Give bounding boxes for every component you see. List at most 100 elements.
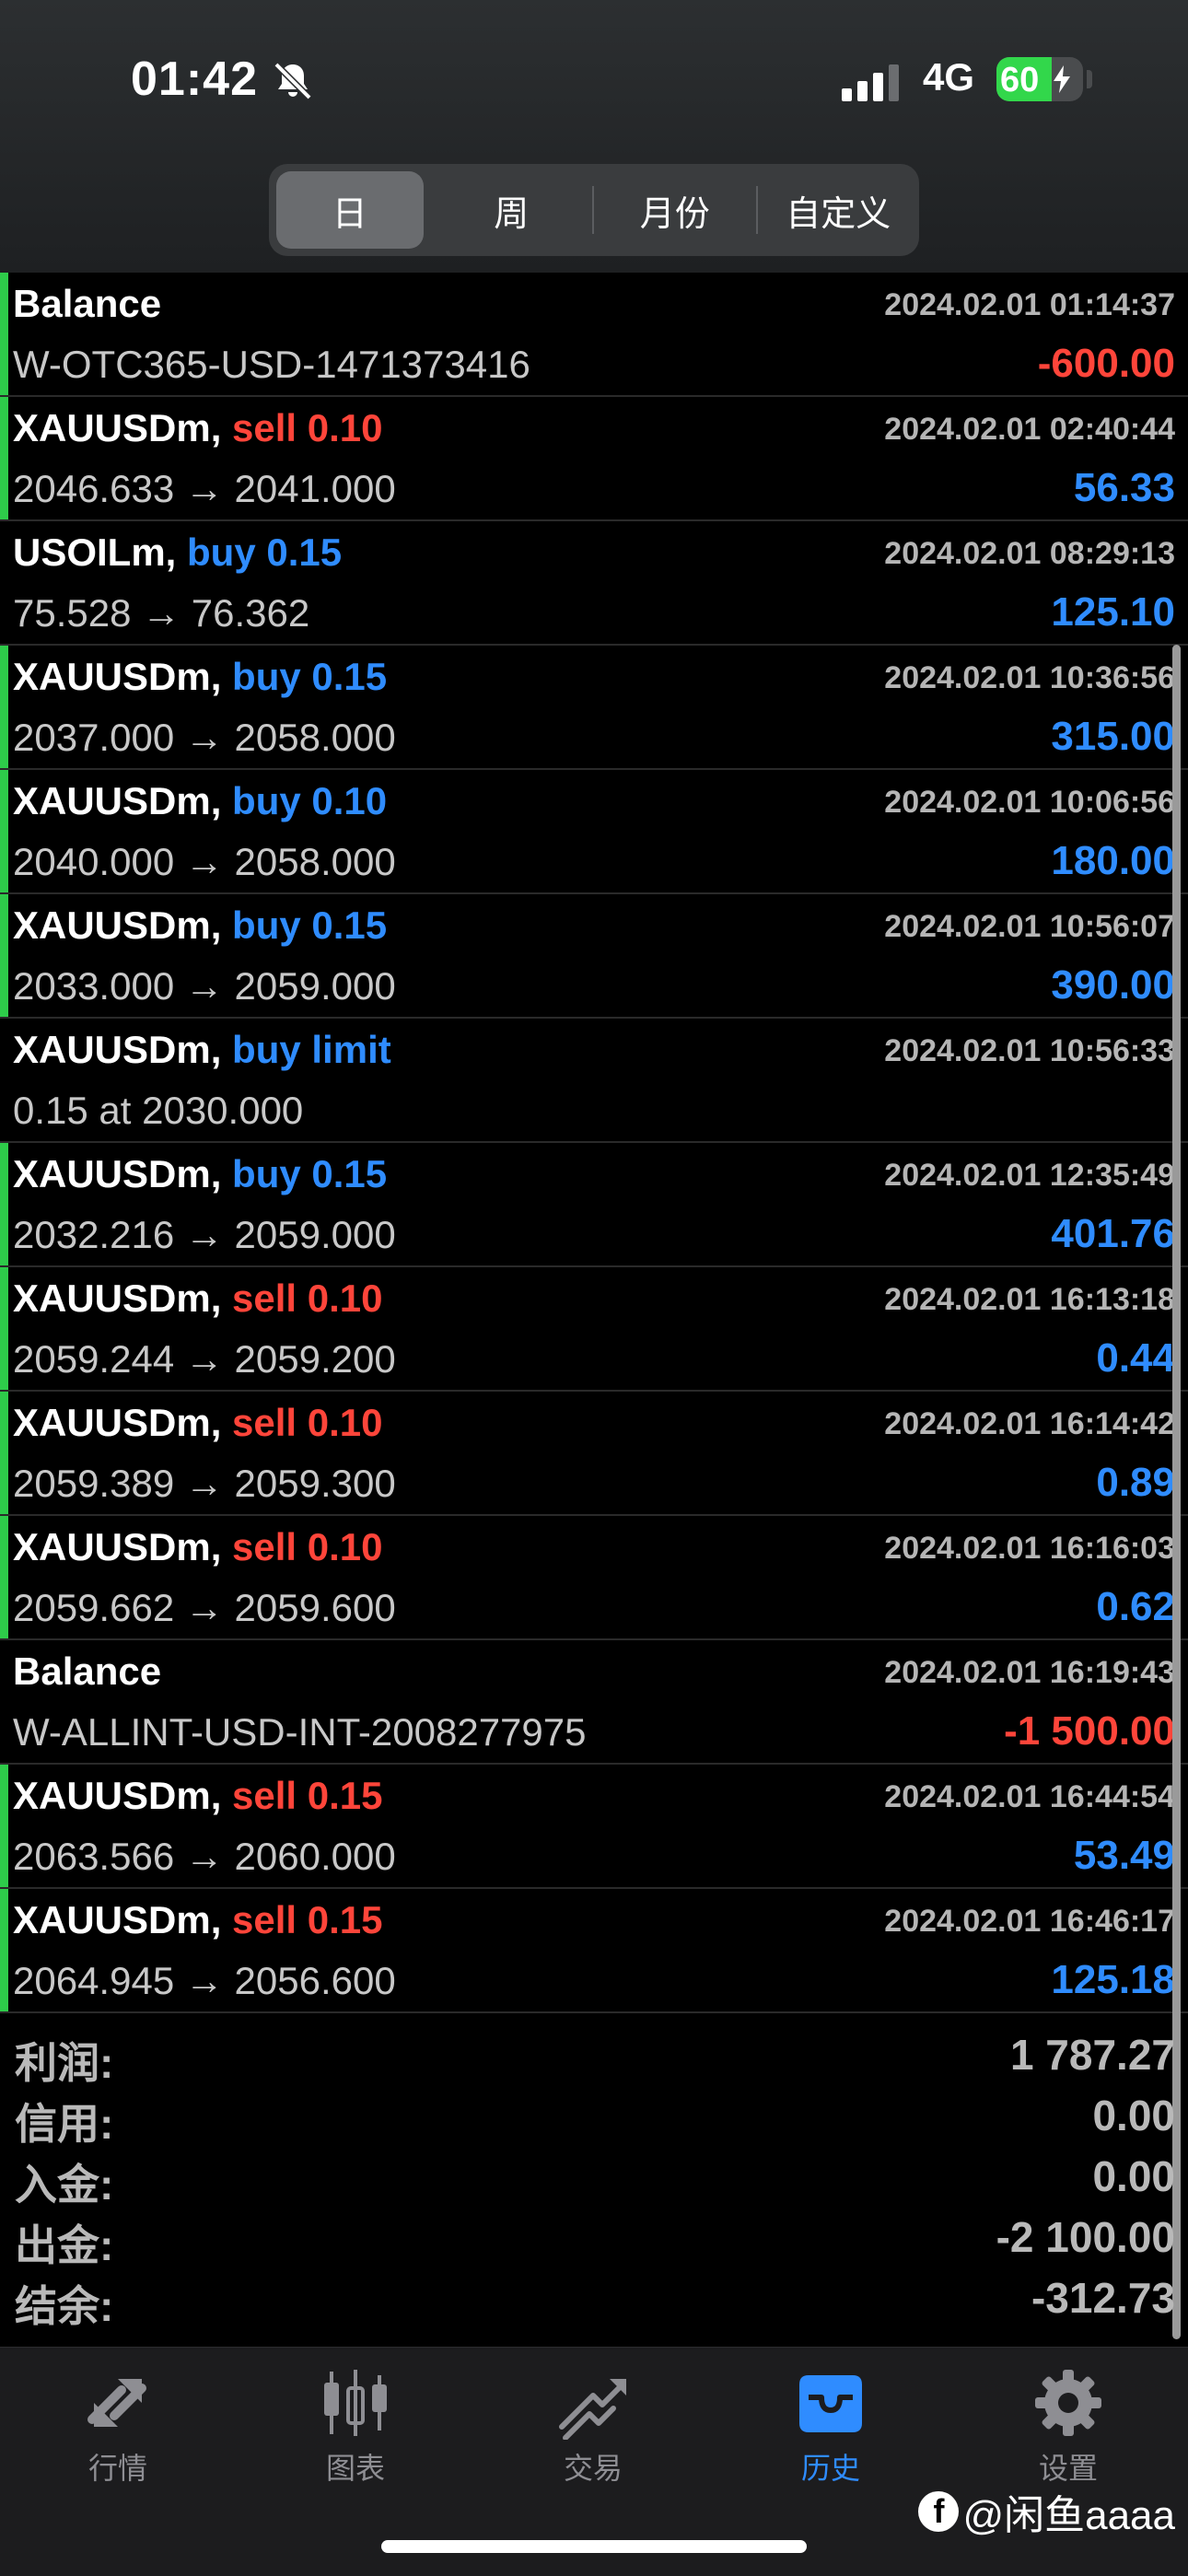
row-trade-type: sell 0.10 [232, 1276, 383, 1320]
summary-label: 出金: [15, 2221, 114, 2269]
history-row[interactable]: USOILm, buy 0.15 2024.02.01 08:29:13 75.52… [0, 521, 1188, 646]
row-detail: 2059.244 → 2059.200 [13, 1337, 396, 1381]
network-type: 4G [923, 55, 975, 99]
row-trade-type: sell 0.15 [232, 1774, 383, 1817]
tab-quotes[interactable]: 行情 [26, 2366, 210, 2488]
history-row[interactable]: XAUUSDm, sell 0.10 2024.02.01 16:14:42 205… [0, 1392, 1188, 1516]
row-trade-type: buy 0.15 [232, 1152, 388, 1195]
battery-indicator: 60 [996, 57, 1083, 101]
row-amount: 53.49 [1073, 1833, 1175, 1878]
bell-muted-icon [274, 62, 312, 100]
history-list: Balance 2024.02.01 01:14:37 W-OTC365-USD-… [0, 273, 1188, 2013]
row-amount: 401.76 [1051, 1211, 1175, 1256]
row-detail: W-OTC365-USD-1471373416 [13, 343, 530, 386]
charging-bolt-icon [1054, 65, 1070, 93]
history-row[interactable]: XAUUSDm, buy limit 2024.02.01 10:56:33 0.1… [0, 1019, 1188, 1143]
row-time: 2024.02.01 16:19:43 [884, 1655, 1175, 1690]
row-symbol: XAUUSDm, [13, 1898, 222, 1941]
history-row[interactable]: XAUUSDm, buy 0.15 2024.02.01 10:56:07 2033… [0, 894, 1188, 1019]
segment-week[interactable]: 周 [438, 171, 586, 249]
row-title: XAUUSDm, buy 0.15 [13, 903, 387, 948]
history-row[interactable]: XAUUSDm, sell 0.10 2024.02.01 16:16:03 205… [0, 1516, 1188, 1640]
row-time: 2024.02.01 16:46:17 [884, 1904, 1175, 1939]
watermark-logo: f [918, 2491, 960, 2532]
row-time: 2024.02.01 16:44:54 [884, 1779, 1175, 1814]
row-symbol: XAUUSDm, [13, 1152, 222, 1195]
history-row[interactable]: XAUUSDm, buy 0.10 2024.02.01 10:06:56 2040… [0, 770, 1188, 894]
row-trade-type: sell 0.10 [232, 406, 383, 449]
quotes-icon [87, 2379, 146, 2427]
row-symbol: USOILm, [13, 530, 177, 574]
history-row[interactable]: XAUUSDm, sell 0.10 2024.02.01 16:13:18 205… [0, 1267, 1188, 1392]
row-symbol: XAUUSDm, [13, 406, 222, 449]
tab-chart[interactable]: 图表 [263, 2366, 448, 2488]
history-row[interactable]: XAUUSDm, sell 0.15 2024.02.01 16:46:17 206… [0, 1889, 1188, 2013]
row-symbol: XAUUSDm, [13, 1525, 222, 1568]
row-symbol: XAUUSDm, [13, 1774, 222, 1817]
row-amount: 180.00 [1051, 838, 1175, 883]
history-row[interactable]: XAUUSDm, sell 0.15 2024.02.01 16:44:54 206… [0, 1765, 1188, 1889]
summary-label: 结余: [15, 2282, 114, 2330]
home-indicator[interactable] [381, 2540, 807, 2553]
row-trade-type: buy 0.10 [232, 779, 388, 822]
row-title: XAUUSDm, buy 0.10 [13, 779, 387, 823]
row-amount: 125.18 [1051, 1957, 1175, 2002]
row-time: 2024.02.01 16:16:03 [884, 1531, 1175, 1566]
row-trade-type: buy 0.15 [232, 655, 388, 698]
row-title: XAUUSDm, sell 0.10 [13, 406, 383, 450]
row-time: 2024.02.01 16:14:42 [884, 1406, 1175, 1441]
watermark: f @闲鱼aaaa [918, 2482, 1175, 2541]
segment-divider [755, 186, 758, 234]
row-amount: 390.00 [1051, 962, 1175, 1008]
watermark-text: @闲鱼aaaa [962, 2493, 1175, 2538]
row-amount: 56.33 [1073, 465, 1175, 510]
summary-row: 利润: 1 787.27 [0, 2022, 1188, 2087]
segment-day[interactable]: 日 [276, 171, 424, 249]
row-time: 2024.02.01 16:13:18 [884, 1282, 1175, 1317]
row-detail: 2064.945 → 2056.600 [13, 1959, 396, 2002]
row-time: 2024.02.01 02:40:44 [884, 412, 1175, 447]
row-time: 2024.02.01 01:14:37 [884, 287, 1175, 322]
tab-history[interactable]: 历史 [739, 2366, 923, 2488]
row-title: XAUUSDm, sell 0.15 [13, 1898, 383, 1942]
row-symbol: Balance [13, 1649, 162, 1693]
row-amount: 0.89 [1096, 1460, 1175, 1505]
chart-icon [324, 2370, 387, 2436]
row-title: XAUUSDm, buy 0.15 [13, 1152, 387, 1196]
tab-settings[interactable]: 设置 [976, 2366, 1160, 2488]
row-trade-type: buy limit [232, 1028, 391, 1071]
row-time: 2024.02.01 10:36:56 [884, 660, 1175, 695]
row-detail: 2063.566 → 2060.000 [13, 1835, 396, 1878]
summary-value: 1 787.27 [1009, 2031, 1175, 2079]
history-row[interactable]: Balance 2024.02.01 16:19:43 W-ALLINT-USD-… [0, 1640, 1188, 1765]
tab-trade[interactable]: 交易 [501, 2366, 685, 2488]
summary-value: -312.73 [1031, 2274, 1175, 2322]
segment-month[interactable]: 月份 [601, 171, 749, 249]
summary-row: 结余: -312.73 [0, 2266, 1188, 2330]
row-time: 2024.02.01 10:56:33 [884, 1033, 1175, 1068]
row-detail: 2059.662 → 2059.600 [13, 1586, 396, 1629]
row-time: 2024.02.01 12:35:49 [884, 1158, 1175, 1193]
row-detail: 75.528 → 76.362 [13, 591, 310, 635]
row-title: XAUUSDm, sell 0.15 [13, 1774, 383, 1818]
history-row[interactable]: XAUUSDm, sell 0.10 2024.02.01 02:40:44 204… [0, 397, 1188, 521]
row-symbol: XAUUSDm, [13, 655, 222, 698]
summary-row: 入金: 0.00 [0, 2144, 1188, 2209]
history-row[interactable]: XAUUSDm, buy 0.15 2024.02.01 10:36:56 2037… [0, 646, 1188, 770]
row-title: XAUUSDm, sell 0.10 [13, 1401, 383, 1445]
row-symbol: XAUUSDm, [13, 1401, 222, 1444]
row-title: Balance [13, 1649, 161, 1694]
row-trade-type: sell 0.10 [232, 1401, 383, 1444]
summary-row: 信用: 0.00 [0, 2083, 1188, 2148]
row-trade-type: sell 0.15 [232, 1898, 383, 1941]
row-time: 2024.02.01 10:56:07 [884, 909, 1175, 944]
row-amount: -1 500.00 [1004, 1708, 1175, 1754]
row-time: 2024.02.01 08:29:13 [884, 536, 1175, 571]
history-row[interactable]: XAUUSDm, buy 0.15 2024.02.01 12:35:49 2032… [0, 1143, 1188, 1267]
row-amount: 315.00 [1051, 714, 1175, 759]
segment-divider [592, 186, 594, 234]
row-detail: 2046.633 → 2041.000 [13, 467, 396, 510]
history-row[interactable]: Balance 2024.02.01 01:14:37 W-OTC365-USD-… [0, 273, 1188, 397]
segment-custom[interactable]: 自定义 [765, 171, 913, 249]
row-time: 2024.02.01 10:06:56 [884, 785, 1175, 820]
